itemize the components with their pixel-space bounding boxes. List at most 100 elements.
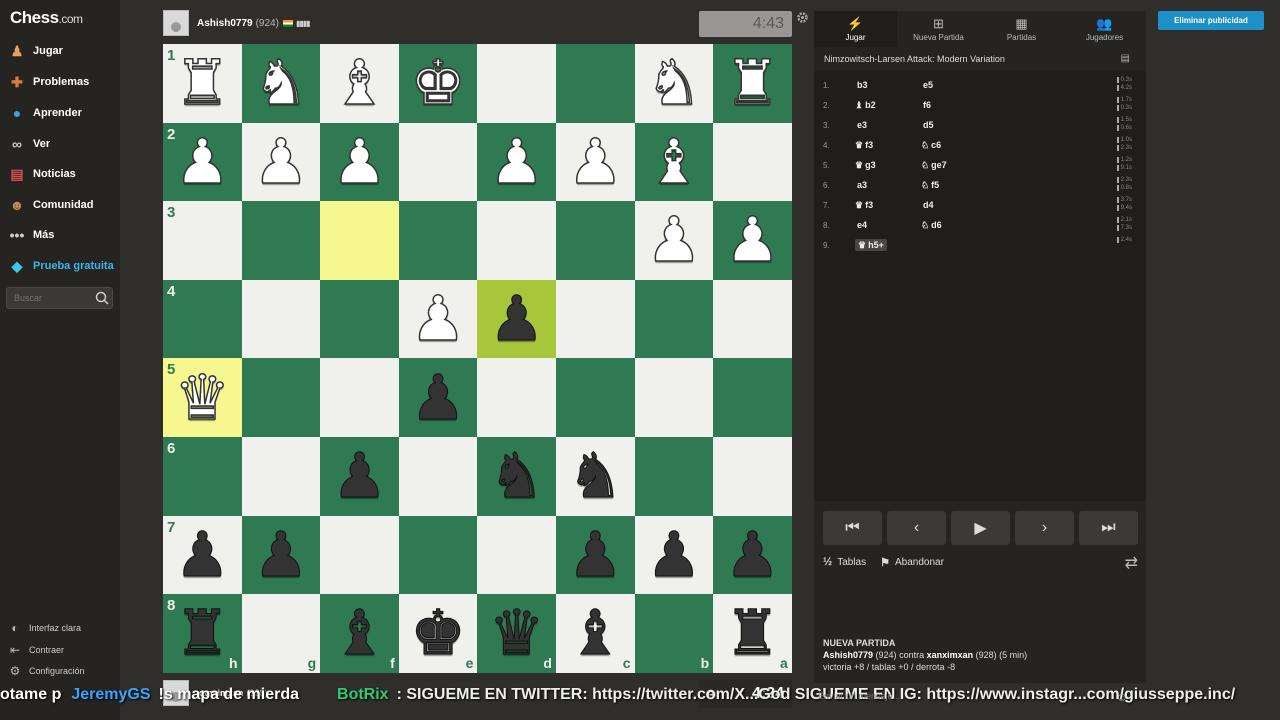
board-square-c3[interactable] [555,201,635,280]
tab-nueva-partida[interactable]: ⊞ Nueva Partida [897,11,980,47]
emoji-icon[interactable]: ☺ [1116,690,1128,704]
sidebar-item-comunidad[interactable]: ☻ Comunidad [8,193,94,217]
black-move[interactable]: e5 [912,80,978,90]
board-square-g2[interactable]: ♟ [241,122,321,202]
flip-board-icon[interactable]: ⇄ [1125,553,1138,573]
board-square-h8[interactable]: 8 h ♜ [163,594,242,673]
top-player-name[interactable]: Ashish0779 [197,18,253,29]
chess-board[interactable]: 1 ♜ ♞ ♝ ♚ ♞ ♜ 2 ♟ ♟ ♟ ♟ ♟ ♝ 3 ♟ ♟ 4 ♟ ♟ 5 ♛ ♟ 6 ♟ ♞ ♞ 7 ♟ ♟ ♟ ♟ ♟ 8 h ♜ g f ♝ e… [163,44,792,673]
board-square-f6[interactable]: ♟ [320,436,399,516]
board-square-d3[interactable] [477,201,556,280]
board-square-g5[interactable] [241,358,321,437]
board-square-b1[interactable]: ♞ [634,44,714,123]
white-bishop-icon[interactable]: ♝ [645,130,702,194]
board-square-e4[interactable]: ♟ [398,279,478,359]
board-square-h1[interactable]: 1 ♜ [163,44,242,123]
board-square-e8[interactable]: e ♚ [398,594,478,673]
white-move[interactable]: ♛ f3 [846,200,912,211]
black-pawn-icon[interactable]: ♟ [724,523,781,586]
black-bishop-icon[interactable]: ♝ [567,601,624,664]
sidebar-collapse[interactable]: ⇤ Contraer [8,641,64,659]
board-square-b3[interactable]: ♟ [634,201,714,280]
next-move-button[interactable]: › [1015,511,1074,545]
avatar[interactable] [163,680,189,706]
board-square-h7[interactable]: 7 ♟ [163,515,242,595]
board-square-g8[interactable]: g [241,594,321,673]
board-square-e6[interactable] [398,436,478,516]
tab-jugar[interactable]: ⚡ Jugar [814,11,897,47]
remove-ads-button[interactable]: Eliminar publicidad [1158,11,1264,30]
board-square-f3[interactable] [320,201,399,280]
white-move[interactable]: ♛ g3 [846,160,912,171]
board-square-c2[interactable]: ♟ [555,122,635,202]
white-move[interactable]: ♛ h5+ [846,238,912,251]
black-bishop-icon[interactable]: ♝ [331,601,388,664]
board-square-e3[interactable] [398,201,478,280]
sidebar-item-aprender[interactable]: ● Aprender [8,101,82,125]
chess-logo[interactable]: Chess.com [10,8,83,28]
black-pawn-icon[interactable]: ♟ [410,366,467,429]
board-square-c7[interactable]: ♟ [555,515,635,595]
board-square-h2[interactable]: 2 ♟ [163,122,242,202]
board-square-e2[interactable] [398,122,478,202]
board-square-h6[interactable]: 6 [163,436,242,516]
tab-partidas[interactable]: ▦ Partidas [980,11,1063,47]
sidebar-item-problemas[interactable]: ✚ Problemas [8,70,89,94]
white-pawn-icon[interactable]: ♟ [410,287,467,351]
black-pawn-icon[interactable]: ♟ [567,523,624,586]
sidebar-item-jugar[interactable]: ♟ Jugar [8,39,63,63]
white-pawn-icon[interactable]: ♟ [724,208,781,272]
white-pawn-icon[interactable]: ♟ [252,130,309,194]
black-pawn-icon[interactable]: ♟ [253,523,310,586]
board-square-b7[interactable]: ♟ [634,515,714,595]
sidebar-theme-toggle[interactable]: ◐ Interfaz clara [8,619,81,637]
last-move-button[interactable]: ⏭ [1079,511,1138,545]
board-square-d8[interactable]: d ♛ [477,594,556,673]
black-move[interactable]: ♘ d6 [912,220,978,231]
black-queen-icon[interactable]: ♛ [488,601,545,664]
board-square-c4[interactable] [555,279,635,359]
chat-input[interactable]: Enviar un mensaje... ☺ [814,685,1146,707]
board-square-b4[interactable] [634,279,714,359]
white-bishop-icon[interactable]: ♝ [331,51,388,115]
board-square-c5[interactable] [555,358,635,437]
black-knight-icon[interactable]: ♞ [488,444,545,507]
bottom-player-name[interactable]: xanximxan [197,688,244,698]
board-square-b2[interactable]: ♝ [634,122,714,202]
previous-move-button[interactable]: ‹ [887,511,946,545]
black-move[interactable]: f6 [912,100,978,110]
black-pawn-icon[interactable]: ♟ [488,287,545,350]
sidebar-item-ver[interactable]: ∞ Ver [8,132,50,156]
first-move-button[interactable]: ⏮ [823,511,882,545]
white-pawn-icon[interactable]: ♟ [488,130,545,194]
black-move[interactable]: ♘ f5 [912,180,978,191]
white-knight-icon[interactable]: ♞ [252,51,309,115]
board-square-f5[interactable] [320,358,399,437]
board-square-d2[interactable]: ♟ [477,122,556,202]
board-square-f1[interactable]: ♝ [320,44,399,123]
board-square-a2[interactable] [713,122,792,202]
board-square-e7[interactable] [398,515,478,595]
board-square-g3[interactable] [241,201,321,280]
white-rook-icon[interactable]: ♜ [174,51,231,115]
board-square-f4[interactable] [320,279,399,359]
white-queen-icon[interactable]: ♛ [174,365,231,429]
black-pawn-icon[interactable]: ♟ [174,523,231,586]
black-move[interactable]: ♘ c6 [912,140,978,151]
black-pawn-icon[interactable]: ♟ [331,444,388,507]
board-square-b5[interactable] [634,358,714,437]
board-square-a6[interactable] [713,436,792,516]
search-box[interactable] [6,287,113,309]
board-square-d1[interactable] [477,44,556,123]
white-pawn-icon[interactable]: ♟ [567,130,624,194]
board-square-g1[interactable]: ♞ [241,44,321,123]
board-square-h3[interactable]: 3 [163,201,242,280]
sidebar-item-mas[interactable]: ••• Más [8,223,55,247]
white-move[interactable]: a3 [846,180,912,190]
board-square-d5[interactable] [477,358,556,437]
board-square-g4[interactable] [241,279,321,359]
opening-name[interactable]: Nimzowitsch-Larsen Attack: Modern Variat… [814,47,1146,71]
sidebar-item-prueba-gratuita[interactable]: ◆ Prueba gratuita [8,254,114,278]
board-square-f8[interactable]: f ♝ [320,594,399,673]
tab-jugadores[interactable]: 👥 Jugadores [1063,11,1146,47]
